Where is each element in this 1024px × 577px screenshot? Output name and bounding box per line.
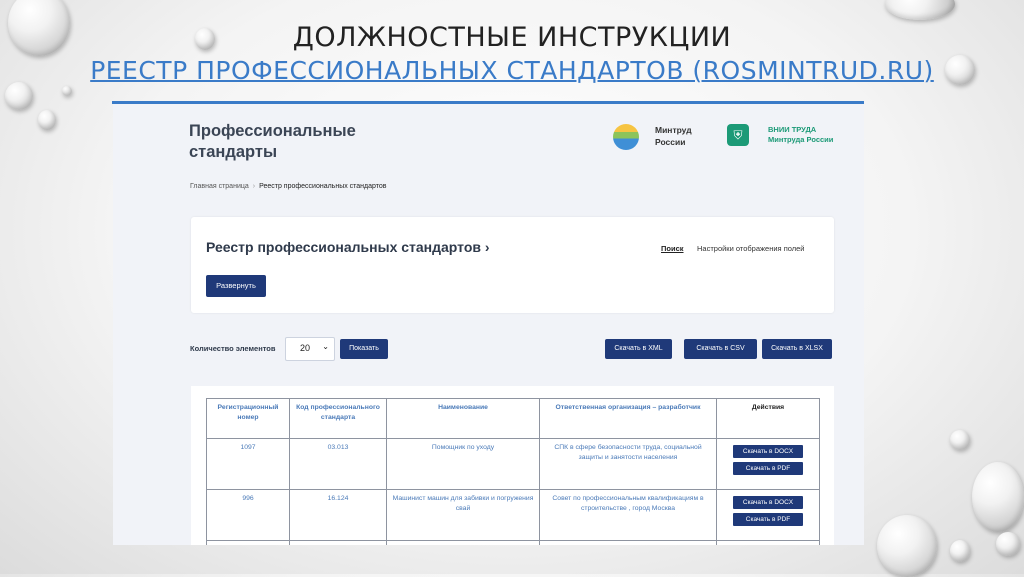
water-drop-decoration xyxy=(950,540,970,562)
standards-table-container: Регистрационный номер Код профессиональн… xyxy=(191,386,834,545)
tab-display-settings[interactable]: Настройки отображения полей xyxy=(697,244,805,253)
tab-search[interactable]: Поиск xyxy=(661,244,684,253)
breadcrumb-current: Реестр профессиональных стандартов xyxy=(259,183,387,190)
column-header-name[interactable]: Наименование xyxy=(386,398,540,439)
website-screenshot: Профессиональные стандарты Минтруд Росси… xyxy=(113,104,864,545)
cell-code[interactable]: 03.013 xyxy=(289,438,387,490)
download-docx-button[interactable]: Скачать в DOCX xyxy=(733,496,803,509)
water-drop-decoration xyxy=(950,430,970,450)
show-button[interactable]: Показать xyxy=(340,339,388,359)
cell-actions: Скачать в DOCX Скачать в PDF xyxy=(716,489,820,541)
download-docx-button[interactable]: Скачать в DOCX xyxy=(733,445,803,458)
download-csv-button[interactable]: Скачать в CSV xyxy=(684,339,757,359)
standards-table: Регистрационный номер Код профессиональн… xyxy=(206,398,820,545)
vnii-truda-logo-text[interactable]: ВНИИ ТРУДА Минтруда России xyxy=(768,125,833,145)
table-row: 996 16.124 Машинист машин для забивки и … xyxy=(206,489,820,541)
cell-actions: Скачать в DOCX Скачать в PDF xyxy=(716,438,820,490)
download-pdf-button[interactable]: Скачать в PDF xyxy=(733,513,803,526)
vnii-truda-logo-icon[interactable]: ⛨ xyxy=(727,124,749,146)
items-count-value: 20 xyxy=(300,343,311,353)
cell-reg-number[interactable]: 1097 xyxy=(206,438,290,490)
expand-button[interactable]: Развернуть xyxy=(206,275,266,297)
cell-name[interactable]: Помощник по уходу xyxy=(386,438,540,490)
mintrud-logo-text[interactable]: Минтруд России xyxy=(655,124,692,148)
column-header-org[interactable]: Ответственная организация – разработчик xyxy=(539,398,717,439)
items-count-select[interactable]: 20 ⌄ xyxy=(285,337,335,361)
registry-header-card: Реестр профессиональных стандартов › Пои… xyxy=(191,217,834,313)
cell-reg-number[interactable]: 996 xyxy=(206,489,290,541)
slide-subtitle-link[interactable]: РЕЕСТР ПРОФЕССИОНАЛЬНЫХ СТАНДАРТОВ (ROSM… xyxy=(0,56,1024,85)
download-pdf-button[interactable]: Скачать в PDF xyxy=(733,462,803,475)
cell-code[interactable]: 16.124 xyxy=(289,489,387,541)
cell-org[interactable]: Совет по профессиональным квалификациям … xyxy=(539,489,717,541)
site-title[interactable]: Профессиональные стандарты xyxy=(189,121,356,163)
items-count-label: Количество элементов xyxy=(190,344,276,353)
download-xml-button[interactable]: Скачать в XML xyxy=(605,339,672,359)
water-drop-decoration xyxy=(972,462,1024,532)
chevron-down-icon: ⌄ xyxy=(322,342,329,351)
water-drop-decoration xyxy=(38,110,56,130)
breadcrumb-home-link[interactable]: Главная страница xyxy=(190,183,249,190)
cell-org[interactable]: СПК в сфере безопасности труда, социальн… xyxy=(539,438,717,490)
water-drop-decoration xyxy=(5,82,33,110)
breadcrumb-separator-icon: › xyxy=(252,183,256,190)
table-row: 1097 03.013 Помощник по уходу СПК в сфер… xyxy=(206,438,820,490)
column-header-code[interactable]: Код профессионального стандарта xyxy=(289,398,387,439)
water-drop-decoration xyxy=(885,0,955,20)
mintrud-logo-icon[interactable] xyxy=(613,124,639,150)
table-row-partial xyxy=(206,540,820,545)
registry-title[interactable]: Реестр профессиональных стандартов › xyxy=(206,239,490,255)
column-header-reg-number[interactable]: Регистрационный номер xyxy=(206,398,290,439)
breadcrumb: Главная страница › Реестр профессиональных… xyxy=(190,183,387,190)
download-xlsx-button[interactable]: Скачать в XLSX xyxy=(762,339,832,359)
table-header-row: Регистрационный номер Код профессиональн… xyxy=(206,398,820,439)
water-drop-decoration xyxy=(996,532,1020,556)
water-drop-decoration xyxy=(877,515,937,577)
slide-title: ДОЛЖНОСТНЫЕ ИНСТРУКЦИИ xyxy=(292,22,732,53)
water-drop-decoration xyxy=(62,86,72,96)
column-header-actions: Действия xyxy=(716,398,820,439)
cell-name[interactable]: Машинист машин для забивки и погружения … xyxy=(386,489,540,541)
